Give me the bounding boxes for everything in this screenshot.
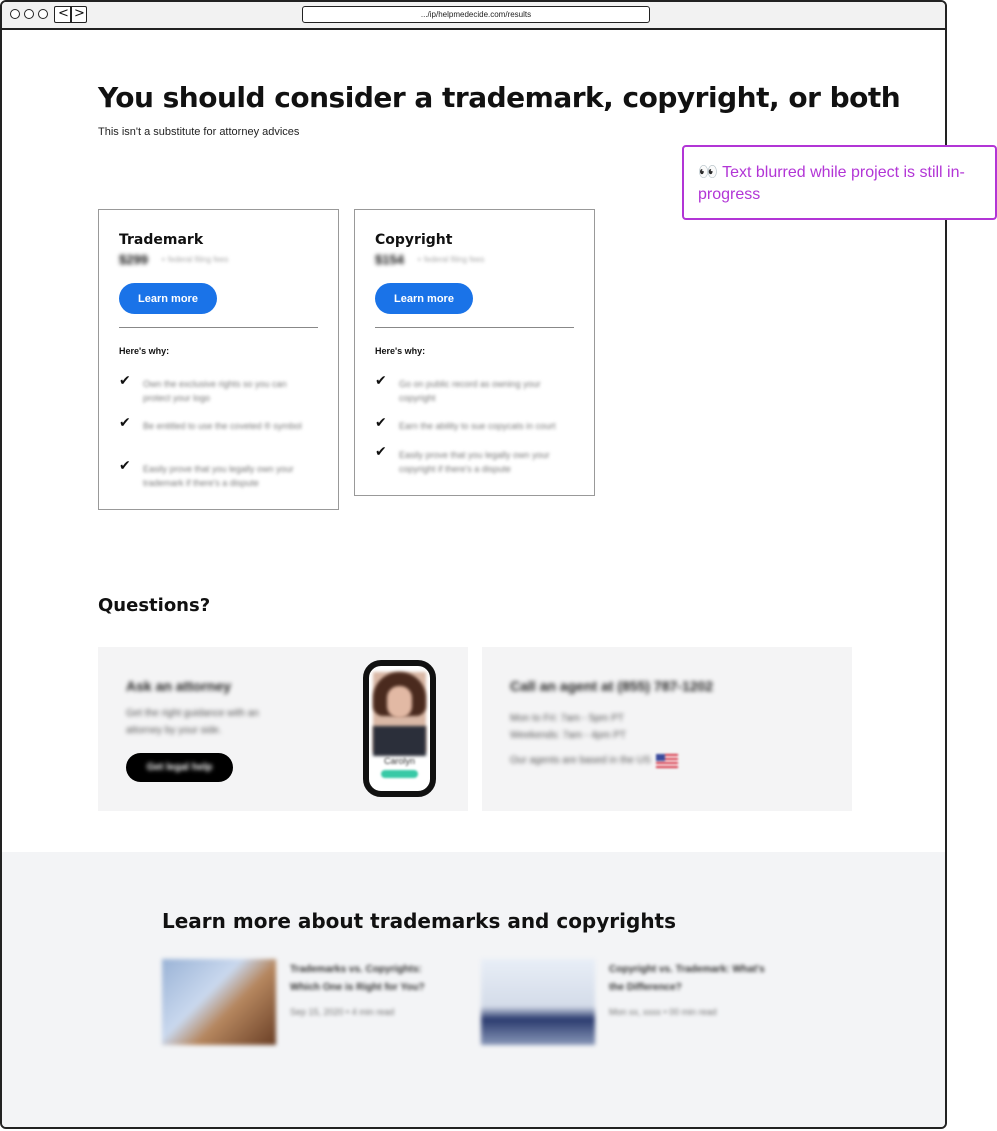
learn-more-section: Learn more about trademarks and copyrigh…	[2, 852, 945, 1127]
article-title[interactable]: Trademarks vs. Copyrights: Which One is …	[290, 961, 450, 997]
checkmark-icon: ✔	[119, 458, 131, 474]
attorney-badge	[381, 770, 418, 778]
attorney-phone-image: Carolyn	[363, 660, 436, 797]
card-price-note: + federal filing fees	[161, 255, 229, 264]
attorney-body	[373, 726, 426, 756]
checkmark-icon: ✔	[375, 373, 387, 389]
reason-text: Go on public record as owning your copyr…	[399, 379, 541, 403]
call-agent-title: Call an agent at (855) 787-1202	[510, 678, 714, 694]
attorney-name: Carolyn	[383, 756, 415, 766]
reason-text: Easily prove that you legally own your t…	[143, 464, 294, 488]
forward-arrow-icon[interactable]: >	[74, 4, 85, 24]
page-subtitle: This isn't a substitute for attorney adv…	[98, 126, 300, 138]
learn-more-button[interactable]: Learn more	[119, 283, 217, 314]
page-title: You should consider a trademark, copyrig…	[98, 81, 901, 114]
ask-attorney-title: Ask an attorney	[126, 678, 232, 694]
card-price-note: + federal filing fees	[417, 255, 485, 264]
why-label: Here's why:	[375, 346, 426, 356]
checkmark-icon: ✔	[119, 415, 131, 431]
agents-based-text: Our agents are based in the US	[510, 755, 651, 766]
blur-annotation-note: 👀 Text blurred while project is still in…	[682, 145, 997, 220]
article-card[interactable]: Trademarks vs. Copyrights: Which One is …	[162, 959, 462, 1049]
get-legal-help-label: Get legal help	[146, 762, 213, 773]
copyright-card: Copyright $154 + federal filing fees Lea…	[354, 209, 595, 496]
get-legal-help-button[interactable]: Get legal help	[126, 753, 233, 782]
trademark-card: Trademark $299 + federal filing fees Lea…	[98, 209, 339, 510]
us-flag-icon	[656, 754, 678, 768]
questions-heading: Questions?	[98, 595, 211, 616]
window-close-dot[interactable]	[10, 9, 20, 19]
address-bar[interactable]: .../ip/helpmedecide.com/results	[302, 6, 650, 23]
article-title[interactable]: Copyright vs. Trademark: What's the Diff…	[609, 961, 769, 997]
card-title: Copyright	[375, 232, 453, 248]
article-card[interactable]: Copyright vs. Trademark: What's the Diff…	[481, 959, 781, 1049]
agent-hours: Mon to Fri: 7am - 5pm PT Weekends: 7am -…	[510, 710, 626, 744]
checkmark-icon: ✔	[375, 444, 387, 460]
card-divider	[375, 327, 574, 328]
learn-more-heading: Learn more about trademarks and copyrigh…	[162, 909, 677, 933]
card-title: Trademark	[119, 232, 204, 248]
eyes-emoji-icon: 👀	[698, 164, 718, 181]
ask-attorney-description: Get the right guidance with an attorney …	[126, 708, 259, 736]
learn-more-button[interactable]: Learn more	[375, 283, 473, 314]
weekend-hours: Weekends: 7am - 4pm PT	[510, 730, 626, 741]
card-price: $154	[375, 252, 404, 267]
why-label: Here's why:	[119, 346, 170, 356]
nav-buttons: < >	[54, 6, 87, 23]
attorney-face	[387, 686, 412, 718]
reason-text: Easily prove that you legally own your c…	[399, 450, 550, 474]
weekday-hours: Mon to Fri: 7am - 5pm PT	[510, 713, 624, 724]
reason-text: Own the exclusive rights so you can prot…	[143, 379, 287, 403]
nav-divider	[70, 7, 72, 22]
ask-attorney-panel: Ask an attorney Get the right guidance w…	[98, 647, 468, 811]
checkmark-icon: ✔	[375, 415, 387, 431]
article-thumbnail[interactable]	[481, 959, 595, 1045]
browser-toolbar: < > .../ip/helpmedecide.com/results	[2, 2, 945, 30]
window-minimize-dot[interactable]	[24, 9, 34, 19]
article-thumbnail[interactable]	[162, 959, 276, 1045]
reason-text: Earn the ability to sue copycats in cour…	[399, 421, 556, 431]
card-divider	[119, 327, 318, 328]
window-maximize-dot[interactable]	[38, 9, 48, 19]
annotation-text: Text blurred while project is still in-p…	[698, 164, 965, 203]
back-arrow-icon[interactable]: <	[58, 4, 69, 24]
article-meta: Mon xx, xxxx • 00 min read	[609, 1007, 717, 1017]
article-meta: Sep 15, 2020 • 4 min read	[290, 1007, 395, 1017]
card-price: $299	[119, 252, 148, 267]
reason-text: Be entitled to use the coveted ® symbol	[143, 421, 302, 431]
checkmark-icon: ✔	[119, 373, 131, 389]
call-agent-panel: Call an agent at (855) 787-1202 Mon to F…	[482, 647, 852, 811]
